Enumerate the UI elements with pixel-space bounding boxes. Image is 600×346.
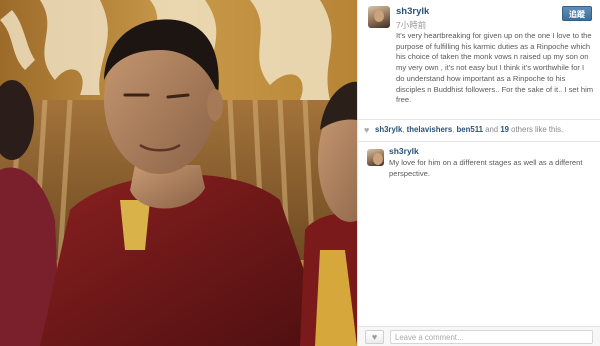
others-count-link[interactable]: 19 (500, 125, 509, 134)
liker-link[interactable]: sh3rylk (375, 125, 402, 134)
comment-footer: ♥ (358, 326, 600, 346)
follow-button[interactable]: 追蹤 (562, 6, 592, 21)
like-button[interactable]: ♥ (365, 330, 384, 344)
likes-summary: ♥ sh3rylk, thelavishers, ben511 and 19 o… (364, 125, 596, 137)
post-caption: It's very heartbreaking for given up on … (396, 31, 594, 105)
comment-username[interactable]: sh3rylk (389, 146, 419, 156)
divider (358, 119, 600, 120)
likes-suffix: others like this. (509, 125, 564, 134)
liker-link[interactable]: thelavishers (407, 125, 453, 134)
avatar[interactable] (367, 149, 384, 166)
post-header: sh3rylk 7小時前 追蹤 (364, 4, 596, 31)
heart-icon: ♥ (364, 125, 370, 135)
photo-illustration (0, 0, 357, 346)
likes-and: and (482, 125, 501, 134)
post-side-panel: sh3rylk 7小時前 追蹤 It's very heartbreaking … (357, 0, 600, 346)
comment-item: sh3rylk My love for him on a different s… (364, 146, 596, 186)
heart-icon: ♥ (371, 332, 378, 342)
post-username[interactable]: sh3rylk (396, 6, 429, 17)
liker-link[interactable]: ben511 (457, 125, 483, 134)
comment-input[interactable] (390, 330, 593, 344)
post-timestamp[interactable]: 7小時前 (396, 19, 426, 31)
avatar[interactable] (368, 6, 390, 28)
post-photo[interactable] (0, 0, 357, 346)
likes-text: sh3rylk, thelavishers, ben511 and 19 oth… (375, 125, 563, 134)
divider (358, 141, 600, 142)
comment-text: My love for him on a different stages as… (389, 158, 583, 178)
